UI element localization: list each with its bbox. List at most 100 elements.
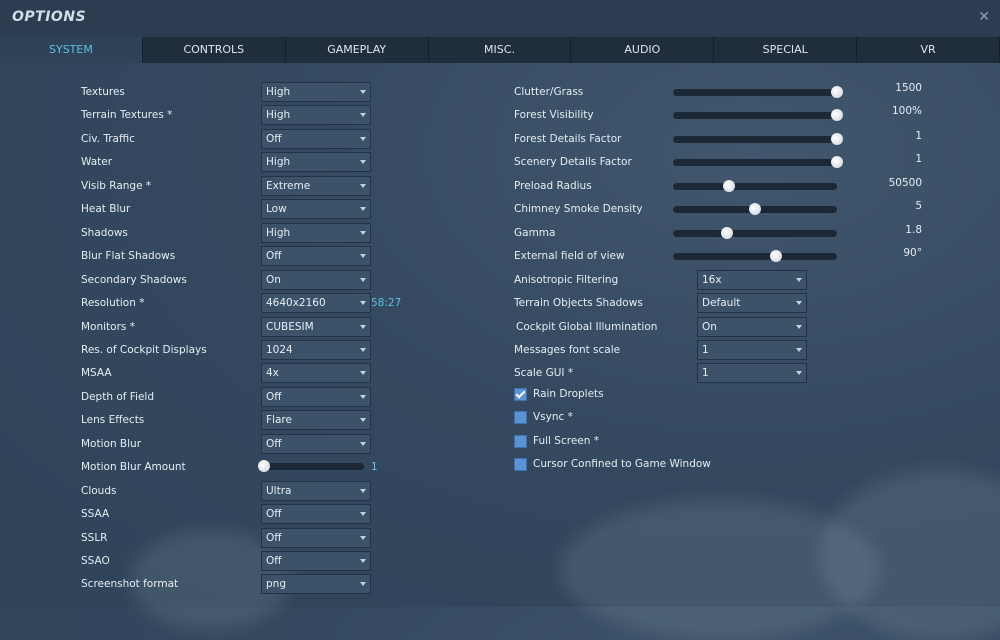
external-field-of-view-slider[interactable] bbox=[673, 250, 837, 263]
aspect-ratio-text: 58:27 bbox=[371, 297, 402, 310]
label-external-field-of-view: External field of view bbox=[514, 250, 625, 263]
chevron-down-icon bbox=[796, 371, 802, 376]
forest-details-factor-slider[interactable] bbox=[673, 132, 843, 145]
terrain-textures-dropdown[interactable]: High bbox=[261, 105, 371, 126]
chevron-down-icon bbox=[360, 230, 366, 235]
clouds-dropdown[interactable]: Ultra bbox=[261, 480, 371, 501]
tab-audio[interactable]: AUDIO bbox=[571, 37, 715, 63]
rain-droplets-checkbox[interactable] bbox=[514, 388, 527, 401]
motion-blur-amount-slider[interactable] bbox=[258, 460, 364, 473]
tab-controls[interactable]: CONTROLS bbox=[143, 37, 286, 63]
slider-thumb[interactable] bbox=[749, 203, 761, 216]
dropdown-value: Off bbox=[266, 250, 282, 263]
dropdown-value: Low bbox=[266, 203, 287, 216]
messages-font-scale-dropdown[interactable]: 1 bbox=[697, 339, 807, 360]
dropdown-value: 16x bbox=[702, 273, 722, 286]
slider-thumb[interactable] bbox=[721, 226, 734, 239]
slider-thumb[interactable] bbox=[770, 250, 783, 263]
forest-visibility-slider[interactable] bbox=[673, 109, 843, 122]
tab-system[interactable]: SYSTEM bbox=[0, 37, 143, 63]
chevron-down-icon bbox=[360, 582, 366, 587]
chevron-down-icon bbox=[360, 488, 366, 493]
close-icon[interactable]: ✕ bbox=[978, 9, 990, 25]
chevron-down-icon bbox=[360, 512, 366, 517]
dropdown-value: Off bbox=[266, 390, 282, 403]
chevron-down-icon bbox=[796, 277, 802, 282]
chevron-down-icon bbox=[360, 418, 366, 423]
ssaa-dropdown[interactable]: Off bbox=[261, 504, 371, 525]
shadows-dropdown[interactable]: High bbox=[261, 222, 371, 243]
label-chimney-smoke-density: Chimney Smoke Density bbox=[514, 203, 643, 216]
dropdown-value: 1 bbox=[702, 343, 709, 356]
dropdown-value: Off bbox=[266, 437, 282, 450]
full-screen-checkbox[interactable] bbox=[514, 434, 527, 448]
secondary-shadows-dropdown[interactable]: On bbox=[261, 269, 371, 290]
blur-flat-shadows-dropdown[interactable]: Off bbox=[261, 246, 371, 267]
label-motion-blur: Motion Blur bbox=[81, 437, 142, 450]
sslr-dropdown[interactable]: Off bbox=[261, 527, 371, 548]
chevron-down-icon bbox=[796, 301, 802, 306]
scenery-details-factor-value: 1 bbox=[915, 153, 922, 166]
cursor-confined-to-game-window-checkbox[interactable] bbox=[514, 458, 527, 472]
clutter-grass-slider[interactable] bbox=[673, 86, 843, 98]
visib-range-dropdown[interactable]: Extreme bbox=[261, 175, 371, 196]
chevron-down-icon bbox=[796, 347, 802, 352]
checkmark-icon bbox=[515, 388, 526, 399]
label-cursor-confined-to-game-window: Cursor Confined to Game Window bbox=[533, 458, 711, 471]
dropdown-value: Off bbox=[266, 555, 282, 567]
slider-thumb[interactable] bbox=[722, 179, 735, 192]
window-title: OPTIONS bbox=[12, 9, 87, 25]
chevron-down-icon bbox=[360, 394, 366, 399]
anisotropic-filtering-dropdown[interactable]: 16x bbox=[697, 269, 807, 290]
label-terrain-textures: Terrain Textures * bbox=[81, 109, 173, 122]
label-shadows: Shadows bbox=[81, 226, 128, 239]
terrain-objects-shadows-dropdown[interactable]: Default bbox=[697, 293, 807, 314]
gamma-slider[interactable] bbox=[673, 226, 837, 239]
dropdown-value: Ultra bbox=[266, 484, 292, 497]
dropdown-value: High bbox=[266, 156, 291, 169]
label-gamma: Gamma bbox=[514, 226, 556, 239]
label-cockpit-global-illumination: Cockpit Global Illumination bbox=[516, 320, 658, 333]
depth-of-field-dropdown[interactable]: Off bbox=[261, 386, 371, 407]
civ-traffic-dropdown[interactable]: Off bbox=[261, 128, 371, 149]
preload-radius-value: 50500 bbox=[888, 176, 922, 189]
scale-gui-dropdown[interactable]: 1 bbox=[697, 363, 807, 384]
label-vsync: Vsync * bbox=[533, 411, 573, 424]
tab-misc[interactable]: MISC. bbox=[429, 37, 572, 63]
label-terrain-objects-shadows: Terrain Objects Shadows bbox=[514, 297, 643, 310]
water-dropdown[interactable]: High bbox=[261, 152, 371, 173]
tab-vr[interactable]: VR bbox=[857, 37, 1000, 63]
chevron-down-icon bbox=[360, 90, 366, 94]
msaa-dropdown[interactable]: 4x bbox=[261, 363, 371, 384]
screenshot-format-dropdown[interactable]: png bbox=[261, 574, 371, 595]
vsync-checkbox[interactable] bbox=[514, 411, 527, 425]
tab-gameplay[interactable]: GAMEPLAY bbox=[286, 37, 429, 63]
heat-blur-dropdown[interactable]: Low bbox=[261, 199, 371, 220]
textures-dropdown[interactable]: High bbox=[261, 82, 371, 102]
ssao-dropdown[interactable]: Off bbox=[261, 551, 371, 571]
scenery-details-factor-slider[interactable] bbox=[673, 156, 843, 169]
label-rain-droplets: Rain Droplets bbox=[533, 388, 604, 400]
resolution-dropdown[interactable]: 4640x2160 bbox=[261, 293, 371, 314]
chevron-down-icon bbox=[360, 207, 366, 212]
slider-thumb[interactable] bbox=[258, 460, 270, 473]
dropdown-value: High bbox=[266, 86, 291, 98]
monitors-dropdown[interactable]: CUBESIM bbox=[261, 316, 371, 337]
preload-radius-slider[interactable] bbox=[673, 179, 837, 192]
label-blur-flat-shadows: Blur Flat Shadows bbox=[81, 250, 176, 263]
label-civ-traffic: Civ. Traffic bbox=[81, 132, 135, 145]
label-monitors: Monitors * bbox=[81, 320, 135, 333]
lens-effects-dropdown[interactable]: Flare bbox=[261, 410, 371, 431]
chevron-down-icon bbox=[360, 559, 366, 563]
motion-blur-dropdown[interactable]: Off bbox=[261, 433, 371, 454]
label-clouds: Clouds bbox=[81, 484, 117, 497]
dropdown-value: High bbox=[266, 109, 291, 122]
chimney-smoke-density-slider[interactable] bbox=[673, 203, 837, 216]
dropdown-value: png bbox=[266, 578, 286, 591]
label-heat-blur: Heat Blur bbox=[81, 203, 131, 216]
label-water: Water bbox=[81, 156, 113, 169]
tab-special[interactable]: SPECIAL bbox=[714, 37, 858, 63]
cockpit-global-illumination-dropdown[interactable]: On bbox=[697, 316, 807, 337]
label-full-screen: Full Screen * bbox=[533, 434, 599, 447]
res-of-cockpit-displays-dropdown[interactable]: 1024 bbox=[261, 339, 371, 360]
